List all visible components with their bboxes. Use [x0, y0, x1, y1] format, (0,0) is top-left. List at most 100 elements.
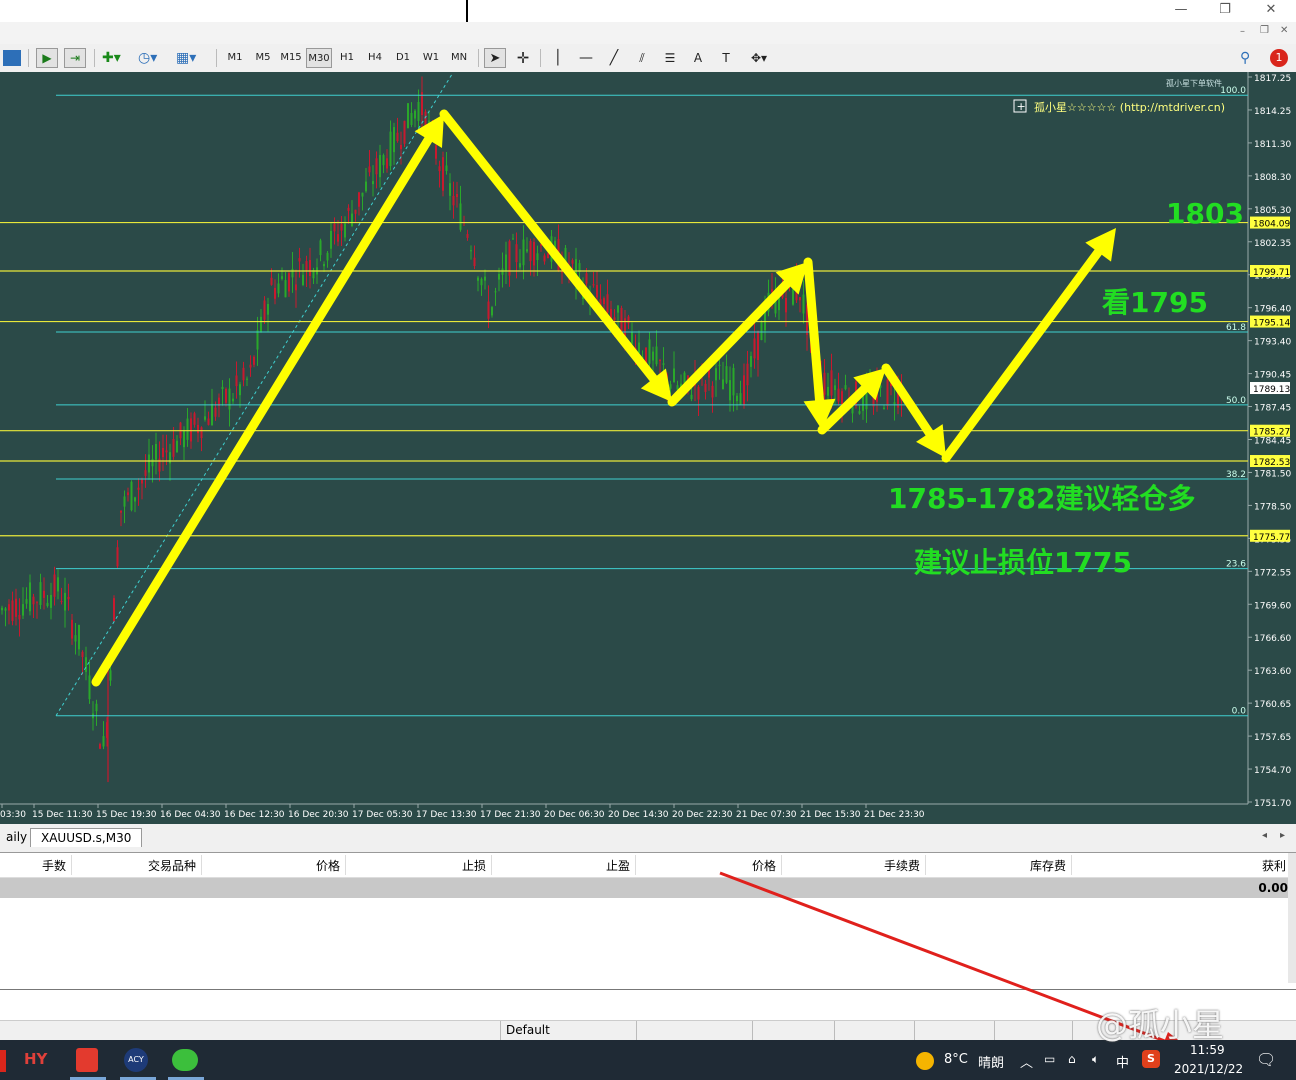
close-icon[interactable]: ✕ — [1262, 2, 1280, 18]
price-chart[interactable]: 100.0 61.8 50.0 38.2 23.6 0.0 1817.25 1814.25 1… — [0, 72, 1296, 824]
candle-body — [732, 367, 735, 396]
arrows-tool-icon[interactable]: ✥▾ — [744, 48, 774, 68]
weather-sun-icon[interactable] — [916, 1052, 934, 1070]
timeframe-m5[interactable]: M5 — [250, 48, 276, 68]
battery-icon[interactable]: ▭ — [1044, 1052, 1055, 1066]
ime-indicator[interactable]: 中 — [1116, 1052, 1129, 1071]
time-tick-label: 17 Dec 21:30 — [480, 810, 541, 820]
candle-body — [389, 131, 392, 167]
text-tool-icon[interactable]: A — [688, 48, 708, 68]
autoscroll-icon[interactable]: ▶ — [36, 48, 58, 68]
chart-shift-icon[interactable]: ⇥ — [64, 48, 86, 68]
candle-body — [449, 183, 451, 196]
candle-body — [697, 386, 700, 400]
tray-expand-icon[interactable]: ︿ — [1020, 1052, 1033, 1071]
network-icon[interactable]: ⌂ — [1068, 1052, 1076, 1066]
terminal-column-header[interactable]: 价格 — [316, 857, 340, 874]
timeframe-mn[interactable]: MN — [446, 48, 472, 68]
wechat-app-icon[interactable] — [172, 1049, 198, 1071]
candle-body — [823, 372, 826, 395]
price-tick-label: 1769.60 — [1254, 601, 1291, 611]
child-minimize-icon[interactable]: – — [1240, 26, 1250, 38]
candle-body — [414, 110, 416, 119]
timeframe-d1[interactable]: D1 — [390, 48, 416, 68]
fibonacci-icon[interactable]: ☰ — [660, 48, 680, 68]
timeframe-h1[interactable]: H1 — [334, 48, 360, 68]
terminal-column-header[interactable]: 手续费 — [884, 857, 920, 874]
chart-tab-xauusd[interactable]: XAUUSD.s,M30 — [30, 828, 143, 847]
title-bar: — ❐ ✕ — [0, 0, 1296, 22]
timeframe-w1[interactable]: W1 — [418, 48, 444, 68]
svg-text:+: + — [1017, 100, 1026, 113]
terminal-column-header[interactable]: 止损 — [462, 857, 486, 874]
candle-body — [669, 384, 672, 389]
time-tick-label: 21 Dec 15:30 — [800, 810, 861, 820]
text-label-icon[interactable]: T — [716, 48, 736, 68]
chart-plot-area[interactable] — [0, 72, 1248, 824]
volume-icon[interactable]: 🔈︎ — [1092, 1052, 1099, 1067]
crosshair-icon[interactable]: ✛ — [512, 48, 534, 68]
child-restore-icon[interactable]: ❐ — [1260, 25, 1270, 37]
cursor-caret — [466, 0, 468, 22]
hy-app-icon[interactable]: HY — [24, 1050, 47, 1068]
minimize-icon[interactable]: — — [1172, 2, 1190, 18]
candle-body — [116, 547, 119, 567]
pdf-app-icon[interactable] — [76, 1048, 98, 1072]
terminal-column-header[interactable]: 交易品种 — [148, 857, 196, 874]
candle-body — [193, 413, 196, 425]
terminal-column-header[interactable]: 手数 — [42, 857, 66, 874]
market-watch-icon[interactable] — [3, 50, 21, 66]
candle-body — [435, 145, 437, 159]
chart-tab-strip: aily XAUUSD.s,M30 ◂ ▸ — [0, 826, 1296, 848]
candle-body — [137, 487, 140, 490]
new-order-icon[interactable]: ✚▾ — [102, 49, 130, 67]
candle-body — [102, 736, 105, 747]
candle-body — [221, 386, 224, 390]
candle-body — [596, 285, 598, 298]
clock-date[interactable]: 2021/12/22 — [1174, 1062, 1243, 1076]
notification-badge[interactable]: 1 — [1270, 49, 1288, 67]
vertical-line-icon[interactable]: │ — [548, 48, 568, 68]
candle-body — [172, 438, 175, 457]
candle-body — [396, 132, 399, 142]
child-close-icon[interactable]: ✕ — [1280, 25, 1290, 37]
templates-icon[interactable]: ▦▾ — [176, 49, 210, 67]
acy-app-icon[interactable]: ACY — [124, 1048, 148, 1072]
candle-body — [337, 234, 339, 242]
cursor-tool-icon[interactable]: ➤ — [484, 48, 506, 68]
timeframe-h4[interactable]: H4 — [362, 48, 388, 68]
weather-temp[interactable]: 8°C — [944, 1052, 968, 1067]
candle-body — [99, 744, 101, 749]
terminal-column-header[interactable]: 获利 — [1262, 857, 1286, 874]
candle-body — [494, 291, 497, 293]
timeframe-m15[interactable]: M15 — [278, 48, 304, 68]
terminal-column-header[interactable]: 价格 — [752, 857, 776, 874]
periods-clock-icon[interactable]: ◷▾ — [138, 49, 166, 67]
fib-level-label: 100.0 — [1220, 86, 1246, 96]
candle-body — [197, 424, 199, 434]
horizontal-line-icon[interactable]: — — [576, 48, 596, 68]
timeframe-m1[interactable]: M1 — [222, 48, 248, 68]
search-icon[interactable]: ⚲ — [1240, 50, 1256, 66]
candle-body — [655, 346, 658, 365]
candle-body — [438, 166, 441, 172]
candle-body — [183, 430, 185, 448]
tab-scroll-left-icon[interactable]: ◂ — [1262, 830, 1267, 841]
timeframe-m30[interactable]: M30 — [306, 48, 332, 68]
chart-tab-daily[interactable]: aily — [0, 828, 35, 846]
restore-icon[interactable]: ❐ — [1216, 2, 1234, 18]
weather-text[interactable]: 晴朗 — [978, 1052, 1004, 1071]
candle-body — [466, 234, 469, 238]
tab-scroll-right-icon[interactable]: ▸ — [1280, 830, 1285, 841]
terminal-column-header[interactable]: 止盈 — [606, 857, 630, 874]
taskbar-app-partial-icon[interactable] — [0, 1050, 6, 1072]
price-tick-label: 1784.45 — [1254, 437, 1291, 447]
candle-body — [134, 497, 136, 502]
terminal-column-header[interactable]: 库存费 — [1030, 857, 1066, 874]
notifications-icon[interactable]: 🗨︎ — [1256, 1050, 1276, 1069]
trendline-icon[interactable]: ╱ — [604, 48, 624, 68]
sogou-ime-icon[interactable]: S — [1142, 1050, 1160, 1068]
equidistant-channel-icon[interactable]: ⫽ — [632, 48, 652, 68]
candle-body — [659, 359, 661, 362]
terminal-scrollbar[interactable] — [1288, 853, 1296, 983]
